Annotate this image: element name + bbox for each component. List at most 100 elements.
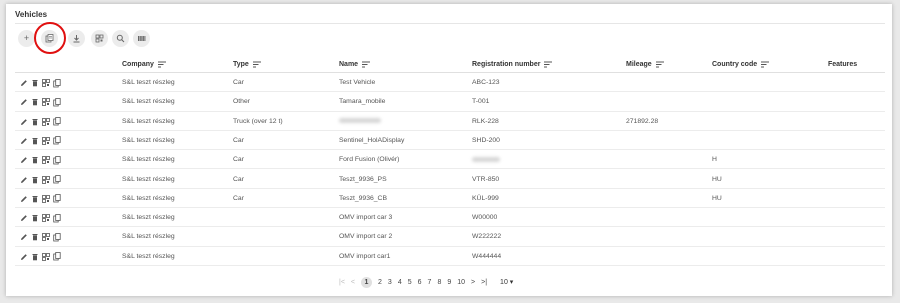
next-page-button[interactable]: > [471,279,475,286]
copy-icon[interactable] [53,194,61,203]
cell-name: Teszt_9936_CB [339,194,387,202]
qr-code-icon[interactable] [42,214,50,223]
edit-icon[interactable] [20,117,28,126]
delete-icon[interactable] [31,233,39,242]
page-number-button[interactable]: 4 [398,279,402,286]
delete-icon[interactable] [31,79,39,88]
copy-icon[interactable] [53,252,61,261]
search-icon [116,34,125,43]
first-page-button[interactable]: |< [339,279,345,286]
edit-icon[interactable] [20,233,28,242]
edit-icon[interactable] [20,214,28,223]
copy-icon[interactable] [53,232,61,242]
qr-button[interactable] [91,30,108,47]
delete-icon[interactable] [31,175,39,184]
qr-code-icon[interactable] [42,194,50,203]
cell-name: Sentinel_HolADisplay [339,136,405,144]
qr-code-icon[interactable] [42,79,50,88]
add-button[interactable]: + [18,30,35,47]
page-number-button[interactable]: 10 [457,279,465,286]
column-header-country[interactable]: Country code [712,55,770,73]
edit-icon[interactable] [20,98,28,107]
qr-code-icon[interactable] [42,175,50,184]
copy-icon[interactable] [53,78,61,88]
delete-icon[interactable] [31,136,39,145]
qr-code-icon[interactable] [42,156,50,165]
qr-code-icon[interactable] [42,117,50,126]
sort-icon[interactable] [655,61,664,68]
table-row[interactable]: S&L teszt részleg OMV import car 2 W222222 [15,227,885,247]
table-row[interactable]: S&L teszt részleg Car Sentinel_HolADisplay… [15,131,885,151]
cell-reg: SHD-200 [472,136,500,144]
pagination: |< < 1 2 3 4 5 6 7 8 9 10 > >| 10 ▾ [336,275,513,289]
edit-icon[interactable] [20,175,28,184]
column-header-name[interactable]: Name [339,55,371,73]
prev-page-button[interactable]: < [351,279,355,286]
qr-code-icon [95,34,104,43]
table-row[interactable]: S&L teszt részleg Truck (over 12 t) RLK-22… [15,112,885,131]
table-row[interactable]: S&L teszt részleg Car Ford Fusion (Olivér)… [15,150,885,170]
edit-icon[interactable] [20,79,28,88]
row-actions [20,97,61,107]
table-row[interactable]: S&L teszt részleg Car Teszt_9936_PS VTR-850… [15,170,885,189]
copy-icon[interactable] [53,175,61,184]
copy-icon[interactable] [53,97,61,107]
columns-button[interactable] [133,30,150,47]
copy-icon[interactable] [53,155,61,165]
sort-icon[interactable] [252,61,261,68]
page-number-button[interactable]: 6 [418,279,422,286]
copy-icon[interactable] [53,117,61,126]
column-header-reg[interactable]: Registration number [472,55,553,73]
table-row[interactable]: S&L teszt részleg OMV import car 3 W00000 [15,208,885,228]
delete-icon[interactable] [31,194,39,203]
edit-icon[interactable] [20,252,28,261]
qr-code-icon[interactable] [42,136,50,145]
per-page-select[interactable]: 10 ▾ [500,278,513,286]
column-header-mileage[interactable]: Mileage [626,55,664,73]
column-header-type[interactable]: Type [233,55,261,73]
edit-icon[interactable] [20,156,28,165]
cell-type: Car [233,136,244,144]
column-header-label: Registration number [472,60,541,68]
delete-icon[interactable] [31,252,39,261]
download-button[interactable] [68,30,85,47]
copy-icon[interactable] [53,213,61,223]
page-number-button[interactable]: 3 [388,279,392,286]
last-page-button[interactable]: >| [481,279,487,286]
cell-name: Ford Fusion (Olivér) [339,156,400,164]
edit-icon[interactable] [20,194,28,203]
copy-icon[interactable] [53,136,61,145]
cell-company: S&L teszt részleg [122,252,175,260]
delete-icon[interactable] [31,156,39,165]
delete-icon[interactable] [31,98,39,107]
cell-reg: W444444 [472,252,502,260]
column-header-label: Type [233,60,249,68]
table-row[interactable]: S&L teszt részleg OMV import car1 W444444 [15,247,885,266]
page-number-button[interactable]: 1 [361,276,372,288]
column-header-company[interactable]: Company [122,55,166,73]
sort-icon[interactable] [157,61,166,68]
table-row[interactable]: S&L teszt részleg Car Test Vehicle ABC-123 [15,73,885,93]
column-header-label: Mileage [626,60,652,68]
page-number-button[interactable]: 2 [378,279,382,286]
table-row[interactable]: S&L teszt részleg Other Tamara_mobile T-001 [15,92,885,112]
page-number-button[interactable]: 7 [428,279,432,286]
qr-code-icon[interactable] [42,252,50,261]
edit-icon[interactable] [20,136,28,145]
qr-code-icon[interactable] [42,233,50,242]
table-row[interactable]: S&L teszt részleg Car Teszt_9936_CB KÜL-999… [15,189,885,209]
page-number-button[interactable]: 5 [408,279,412,286]
qr-code-icon[interactable] [42,98,50,107]
row-actions [20,175,61,185]
page-number-button[interactable]: 9 [447,279,451,286]
page-number-button[interactable]: 8 [437,279,441,286]
redacted-text [339,118,381,124]
delete-icon[interactable] [31,117,39,126]
sort-icon[interactable] [544,61,553,68]
delete-icon[interactable] [31,214,39,223]
cell-name [339,112,381,131]
columns-icon [138,36,146,41]
search-button[interactable] [112,30,129,47]
sort-icon[interactable] [362,61,371,68]
sort-icon[interactable] [761,61,770,68]
